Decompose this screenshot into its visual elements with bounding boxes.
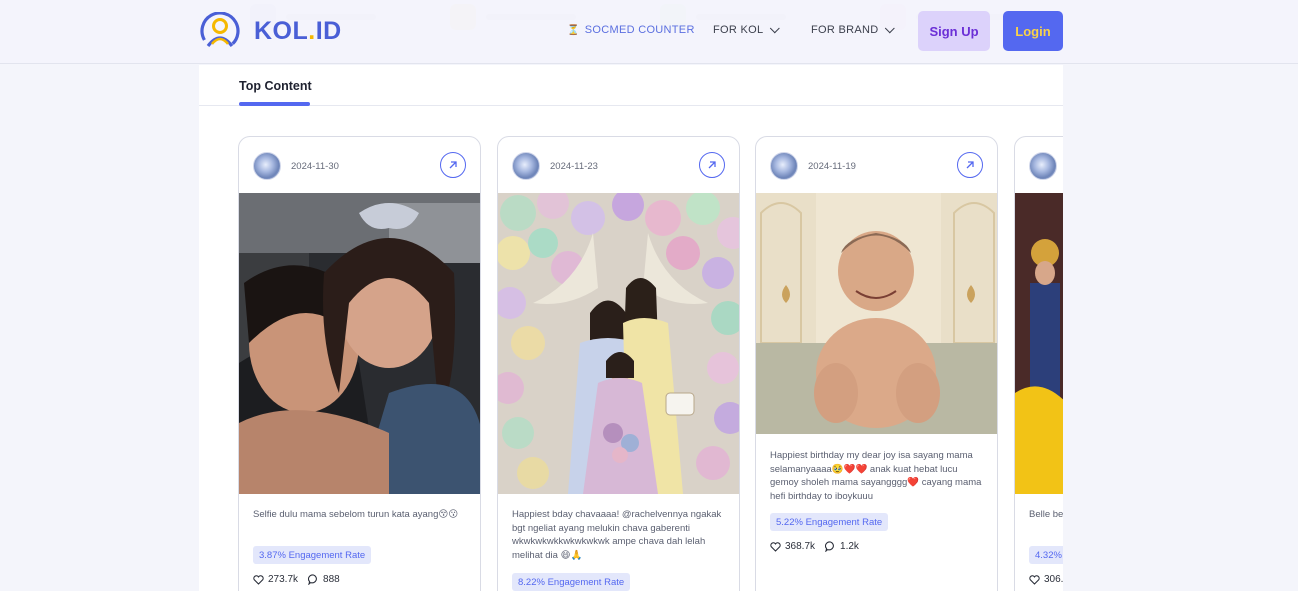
likes-count: 306. [1044, 574, 1063, 585]
card-header: 2024-11-19 [770, 151, 983, 181]
brand-name: KOL.ID [254, 16, 342, 45]
heart-icon [770, 541, 781, 552]
open-post-button[interactable] [440, 152, 466, 178]
content-panel: Top Content 2024-11-30 Selfie dulu mama … [199, 65, 1063, 591]
avatar [1029, 152, 1057, 180]
comments-count: 888 [323, 574, 340, 585]
engagement-badge: 8.22% Engagement Rate [512, 573, 631, 591]
heart-icon [253, 574, 264, 585]
comments-stat: 1.2k [825, 541, 859, 552]
avatar [770, 152, 798, 180]
post-caption: Selfie dulu mama sebelom turun kata ayan… [253, 509, 459, 520]
content-card[interactable]: 2024-11-19 Happiest birthday my dear joy… [755, 136, 998, 591]
post-date: 2024-11-19 [808, 160, 856, 172]
open-post-button[interactable] [957, 152, 983, 178]
nav-socmed-counter-label: SOCMED COUNTER [584, 24, 695, 36]
nav-for-brand-label: FOR BRAND [811, 24, 879, 36]
post-image[interactable] [1015, 193, 1063, 494]
comment-icon [825, 541, 834, 552]
open-post-button[interactable] [699, 152, 725, 178]
card-header: 2024-11-30 [253, 151, 466, 181]
card-header: 2024-11-23 [512, 151, 725, 181]
content-card[interactable]: 2024-11-23 Happiest bday chavaaaa! @rach… [497, 136, 740, 591]
post-image[interactable] [239, 193, 480, 494]
content-tabs: Top Content [199, 65, 1063, 106]
engagement-badge: 3.87% Engagement Rate [253, 546, 372, 564]
content-card[interactable]: Belle be 4.32% 306. [1014, 136, 1063, 591]
post-caption: Belle be [1029, 509, 1063, 520]
nav-socmed-counter[interactable]: ⏳ SOCMED COUNTER [567, 24, 695, 36]
engagement-badge: 5.22% Engagement Rate [770, 513, 889, 531]
logo-mark-icon [198, 11, 242, 51]
card-header [1029, 151, 1063, 181]
avatar [512, 152, 540, 180]
arrow-up-right-icon [966, 161, 974, 169]
post-image[interactable] [756, 193, 997, 434]
post-caption: Happiest birthday my dear joy isa sayang… [770, 450, 982, 502]
login-button[interactable]: Login [1003, 11, 1063, 51]
comments-count: 1.2k [840, 541, 859, 552]
likes-stat: 368.7k [770, 541, 815, 552]
arrow-up-right-icon [708, 161, 716, 169]
avatar [253, 152, 281, 180]
post-date: 2024-11-23 [550, 160, 598, 172]
heart-icon [1029, 574, 1040, 585]
nav-for-brand[interactable]: FOR BRAND [811, 22, 896, 36]
chevron-down-icon [770, 22, 781, 33]
nav-for-kol-label: FOR KOL [713, 24, 764, 36]
tab-top-content[interactable]: Top Content [239, 79, 312, 93]
post-stats: 306. [1029, 574, 1063, 585]
comment-icon [308, 574, 317, 585]
brand-logo[interactable]: KOL.ID [198, 11, 342, 51]
likes-count: 368.7k [785, 541, 816, 552]
likes-count: 273.7k [268, 574, 299, 585]
hourglass-icon: ⏳ [567, 24, 580, 36]
post-caption: Happiest bday chavaaaa! @rachelvennya ng… [512, 509, 722, 561]
active-tab-indicator [239, 102, 310, 106]
engagement-badge: 4.32% [1029, 546, 1063, 564]
arrow-up-right-icon [449, 161, 457, 169]
comments-stat: 888 [308, 574, 340, 585]
chevron-down-icon [885, 22, 896, 33]
nav-for-kol[interactable]: FOR KOL [713, 22, 781, 36]
post-date: 2024-11-30 [291, 160, 339, 172]
post-stats: 273.7k 888 [253, 574, 344, 585]
post-image[interactable] [498, 193, 739, 494]
likes-stat: 273.7k [253, 574, 298, 585]
top-navbar: KOL.ID ⏳ SOCMED COUNTER FOR KOL FOR BRAN… [0, 0, 1298, 64]
signup-button[interactable]: Sign Up [918, 11, 990, 51]
post-stats: 368.7k 1.2k [770, 541, 863, 552]
likes-stat: 306. [1029, 574, 1063, 585]
content-card[interactable]: 2024-11-30 Selfie dulu mama sebelom turu… [238, 136, 481, 591]
